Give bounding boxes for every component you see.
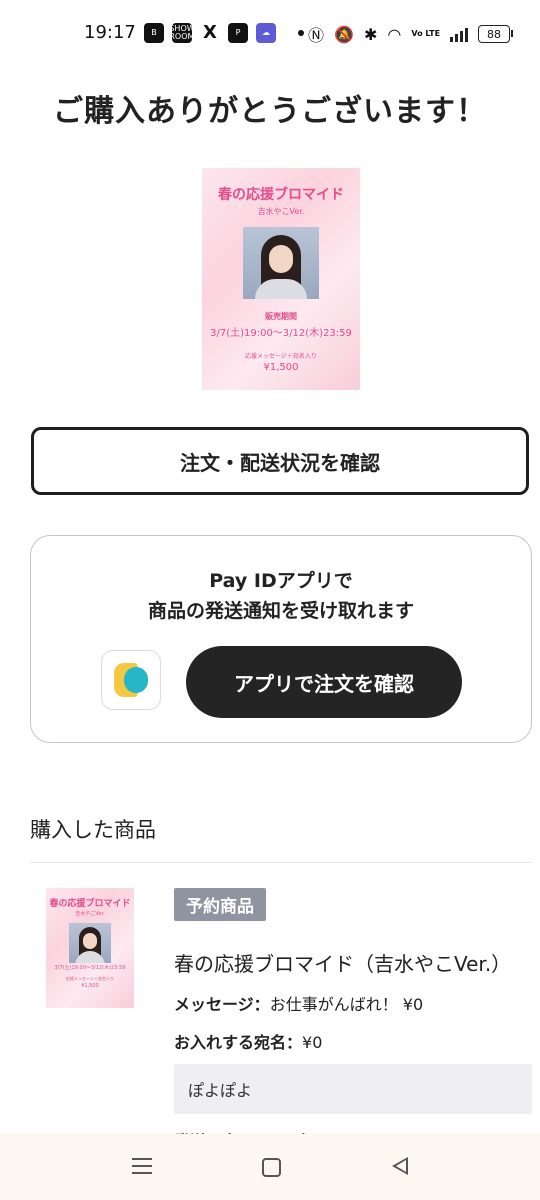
purchased-item-thumbnail: 春の応援ブロマイド 吉水やこVer. 3/7(土)19:00～3/12(木)23… bbox=[46, 888, 134, 1008]
status-bar: 19:17 B SHOW ROOM X P ☁ Ⓝ 🔕 ✱ ◠ Vo LTE 8… bbox=[0, 0, 540, 64]
system-nav-bar bbox=[0, 1134, 540, 1200]
message-label: メッセージ： bbox=[174, 995, 270, 1014]
notification-icons: B SHOW ROOM X P ☁ bbox=[144, 23, 304, 43]
poster-period-label: 販売期間 bbox=[265, 312, 297, 321]
section-divider bbox=[30, 862, 532, 863]
bluetooth-icon: ✱ bbox=[363, 24, 378, 44]
poster-photo bbox=[243, 227, 319, 299]
back-icon[interactable] bbox=[392, 1157, 408, 1175]
volte-icon: Vo LTE bbox=[411, 29, 441, 38]
wifi-icon: ◠ bbox=[387, 24, 402, 44]
product-name: 春の応援ブロマイド（吉水やこVer.） bbox=[174, 952, 512, 976]
poster-price: ¥1,500 bbox=[263, 362, 299, 373]
preorder-badge: 予約商品 bbox=[174, 888, 266, 921]
poster-period: 3/7(土)19:00～3/12(木)23:59 bbox=[210, 328, 352, 339]
thumb-photo bbox=[69, 923, 111, 963]
app-promo-line1: Pay IDアプリで bbox=[209, 570, 353, 592]
thumb-period: 3/7(土)19:00～3/12(木)23:59 bbox=[54, 965, 126, 971]
thumb-note: 応援メッセージ＋宛名入り bbox=[66, 976, 114, 981]
recent-apps-icon[interactable] bbox=[132, 1158, 152, 1174]
cloud-app-icon: ☁ bbox=[256, 23, 276, 43]
nfc-icon: Ⓝ bbox=[308, 26, 325, 45]
addressee-text-box: ぽよぽよ bbox=[174, 1064, 532, 1114]
thumb-price: ¥1,500 bbox=[81, 983, 99, 989]
poster-subtitle: 吉水やこVer. bbox=[257, 207, 305, 216]
open-app-button[interactable]: アプリで注文を確認 bbox=[186, 646, 462, 718]
home-icon[interactable] bbox=[262, 1158, 281, 1177]
x-icon: X bbox=[203, 23, 217, 43]
message-row: メッセージ：お仕事がんばれ！ ¥0 bbox=[174, 991, 423, 1015]
product-image: 春の応援ブロマイド 吉水やこVer. 販売期間 3/7(土)19:00～3/12… bbox=[202, 168, 360, 390]
more-notifications-dot bbox=[298, 30, 304, 36]
payid-app-icon[interactable] bbox=[101, 650, 161, 710]
addressee-label: お入れする宛名： bbox=[174, 1033, 303, 1052]
system-icons: Ⓝ 🔕 ✱ ◠ Vo LTE 88 bbox=[308, 22, 514, 46]
message-value: お仕事がんばれ！ ¥0 bbox=[269, 995, 424, 1014]
order-status-button[interactable]: 注文・配送状況を確認 bbox=[31, 427, 529, 495]
poster-title: 春の応援ブロマイド bbox=[218, 187, 344, 203]
addressee-value: ¥0 bbox=[302, 1033, 323, 1052]
battery-icon: 88 bbox=[478, 25, 514, 43]
app-p-icon: P bbox=[228, 23, 248, 43]
purchased-section-title: 購入した商品 bbox=[30, 818, 156, 842]
addressee-row: お入れする宛名：¥0 bbox=[174, 1029, 322, 1053]
status-time: 19:17 bbox=[84, 22, 136, 43]
app-b-icon: B bbox=[144, 23, 164, 43]
thumb-title: 春の応援ブロマイド bbox=[49, 899, 131, 909]
mute-icon: 🔕 bbox=[334, 24, 354, 44]
thumb-subtitle: 吉水やこVer. bbox=[75, 911, 105, 917]
showroom-icon: SHOW ROOM bbox=[172, 23, 192, 43]
signal-icon bbox=[450, 26, 469, 42]
poster-note: 応援メッセージ＋宛名入り bbox=[245, 353, 317, 360]
page-title: ご購入ありがとうございます！ bbox=[53, 94, 487, 129]
app-promo-line2: 商品の発送通知を受け取れます bbox=[147, 600, 414, 622]
app-promo-text: Pay IDアプリで 商品の発送通知を受け取れます bbox=[31, 566, 531, 626]
app-promo-card: Pay IDアプリで 商品の発送通知を受け取れます アプリで注文を確認 bbox=[30, 535, 532, 743]
